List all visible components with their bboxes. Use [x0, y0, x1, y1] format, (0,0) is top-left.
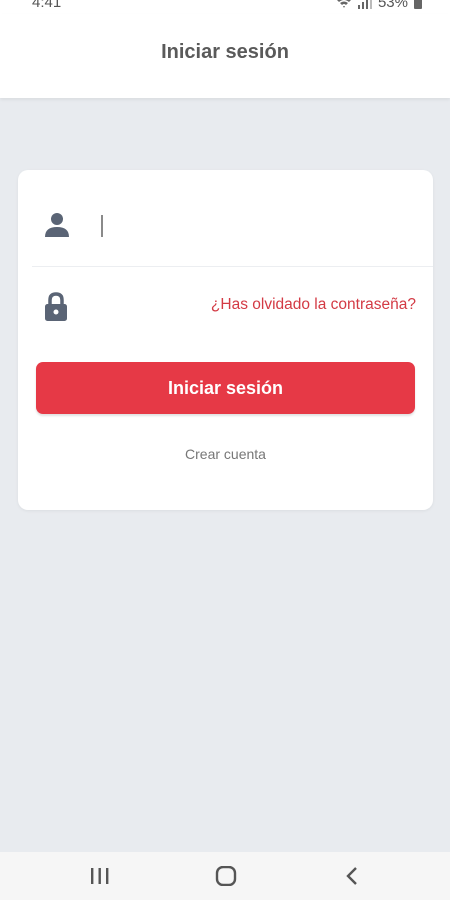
- create-account-link[interactable]: Crear cuenta: [18, 446, 433, 462]
- username-input[interactable]: [98, 205, 418, 245]
- username-field[interactable]: [32, 170, 433, 267]
- page-title: Iniciar sesión: [161, 40, 289, 63]
- status-icons: 53%: [336, 0, 422, 11]
- password-field[interactable]: ¿Has olvidado la contraseña?: [32, 268, 433, 348]
- status-time: 4:41: [32, 0, 62, 11]
- signal-icon: [357, 0, 372, 9]
- system-nav-bar: [0, 852, 450, 900]
- forgot-password-link[interactable]: ¿Has olvidado la contraseña?: [211, 296, 416, 314]
- status-bar: 4:41 53%: [0, 0, 450, 14]
- back-icon[interactable]: [344, 866, 360, 891]
- battery-text: 53%: [377, 0, 408, 11]
- lock-icon: [44, 292, 68, 327]
- login-card: ¿Has olvidado la contraseña? Iniciar ses…: [18, 170, 433, 510]
- battery-icon: [414, 0, 422, 9]
- user-icon: [43, 210, 71, 243]
- recents-icon[interactable]: [89, 866, 111, 891]
- login-button[interactable]: Iniciar sesión: [36, 362, 415, 414]
- home-icon[interactable]: [215, 865, 237, 891]
- wifi-icon: [336, 0, 352, 9]
- app-header: Iniciar sesión: [0, 14, 450, 98]
